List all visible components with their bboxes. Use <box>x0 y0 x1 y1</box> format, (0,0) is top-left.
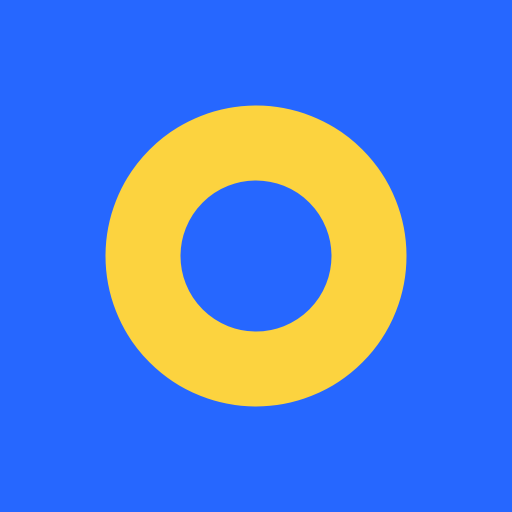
app-icon <box>0 0 512 512</box>
ring-logo <box>0 0 512 512</box>
icon-background <box>0 0 512 512</box>
